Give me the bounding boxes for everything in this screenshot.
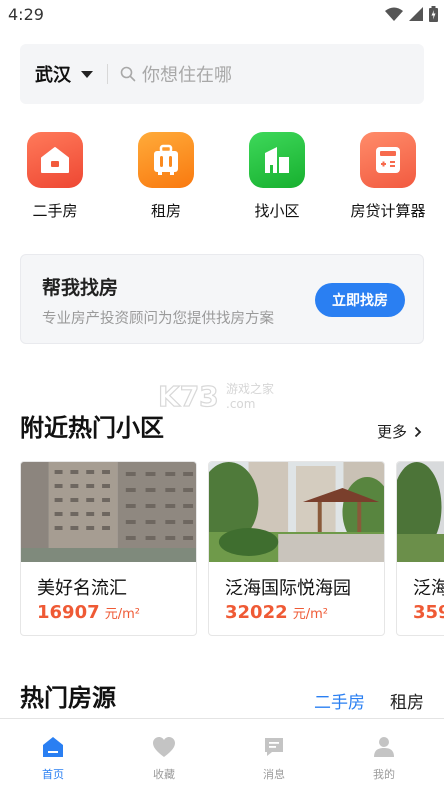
bottom-nav-home[interactable]: 首页	[13, 735, 93, 782]
bottom-nav: 首页 收藏 消息 我的	[0, 718, 444, 789]
find-house-button[interactable]: 立即找房	[315, 283, 405, 317]
search-bar: 武汉 你想住在哪	[20, 44, 424, 104]
nav-second-hand[interactable]: 二手房	[5, 130, 105, 221]
nav-label: 房贷计算器	[350, 202, 426, 220]
home-icon	[13, 735, 93, 759]
search-placeholder: 你想住在哪	[142, 65, 232, 86]
svg-text:K73: K73	[158, 380, 219, 412]
heart-icon	[124, 735, 204, 759]
community-card[interactable]: 美好名流汇 16907 元/m²	[20, 461, 197, 636]
house-icon	[27, 132, 83, 188]
tab-rent[interactable]: 租房	[390, 688, 424, 713]
community-cards: 美好名流汇 16907 元/m² 泛海国际悦海园 32022 元/m² 泛 35	[20, 461, 444, 637]
community-name: 泛海国际悦海园	[225, 578, 351, 599]
nav-rent[interactable]: 租房	[116, 130, 216, 221]
bottom-nav-label: 消息	[263, 768, 285, 781]
more-label: 更多	[376, 423, 407, 441]
buildings-icon	[249, 132, 305, 188]
nearby-section-title: 附近热门小区	[20, 414, 164, 442]
price-value: 32022	[225, 602, 288, 623]
nav-community[interactable]: 找小区	[227, 130, 327, 221]
status-time: 4:29	[8, 5, 44, 24]
nav-label: 二手房	[32, 202, 78, 220]
price-value: 16907	[37, 602, 100, 623]
city-picker[interactable]: 武汉	[20, 44, 93, 104]
search-icon	[120, 66, 136, 82]
battery-icon	[429, 6, 438, 22]
community-name: 美好名流汇	[37, 578, 127, 599]
bottom-nav-profile[interactable]: 我的	[344, 735, 424, 782]
community-photo	[209, 462, 384, 562]
svg-text:游戏之家: 游戏之家	[226, 381, 274, 396]
nav-label: 租房	[150, 202, 181, 220]
price-unit: 元/m²	[292, 607, 328, 622]
help-find-house-card[interactable]: 帮我找房 专业房产投资顾问为您提供找房方案 立即找房	[20, 254, 424, 344]
chevron-right-icon	[414, 426, 422, 437]
city-name: 武汉	[35, 65, 71, 86]
quick-nav: 二手房 租房 找小区 房贷计算器	[0, 130, 444, 230]
help-subtitle: 专业房产投资顾问为您提供找房方案	[42, 311, 274, 327]
nav-mortgage-calculator[interactable]: 房贷计算器	[338, 130, 438, 221]
bottom-nav-label: 收藏	[153, 768, 175, 781]
status-bar: 4:29	[0, 0, 444, 32]
wifi-icon	[385, 7, 403, 21]
svg-text:.com: .com	[226, 397, 255, 411]
community-price: 32022 元/m²	[225, 602, 328, 623]
status-icons	[385, 6, 438, 22]
community-photo	[397, 462, 444, 562]
community-price: 16907 元/m²	[37, 602, 140, 623]
search-input[interactable]: 你想住在哪	[108, 44, 424, 104]
bottom-nav-label: 我的	[373, 768, 395, 781]
bottom-nav-favorites[interactable]: 收藏	[124, 735, 204, 782]
price-unit: 元/m²	[104, 607, 140, 622]
watermark-logo: K73 游戏之家 .com	[157, 376, 298, 413]
suitcase-icon	[138, 132, 194, 188]
message-icon	[234, 735, 314, 759]
bottom-nav-label: 首页	[42, 768, 64, 781]
help-title: 帮我找房	[42, 277, 119, 299]
bottom-nav-messages[interactable]: 消息	[234, 735, 314, 782]
community-price: 359	[413, 602, 444, 623]
signal-icon	[409, 7, 423, 21]
more-link[interactable]: 更多	[377, 421, 424, 442]
price-value: 359	[413, 602, 444, 623]
hot-listings-title: 热门房源	[20, 684, 116, 712]
calculator-icon	[360, 132, 416, 188]
community-card[interactable]: 泛海 359	[396, 461, 444, 636]
user-icon	[344, 735, 424, 759]
community-card[interactable]: 泛海国际悦海园 32022 元/m²	[208, 461, 385, 636]
caret-down-icon	[81, 70, 93, 78]
community-name: 泛海	[413, 578, 444, 599]
tab-second-hand[interactable]: 二手房	[314, 688, 365, 713]
nav-label: 找小区	[254, 202, 300, 220]
community-photo	[21, 462, 196, 562]
